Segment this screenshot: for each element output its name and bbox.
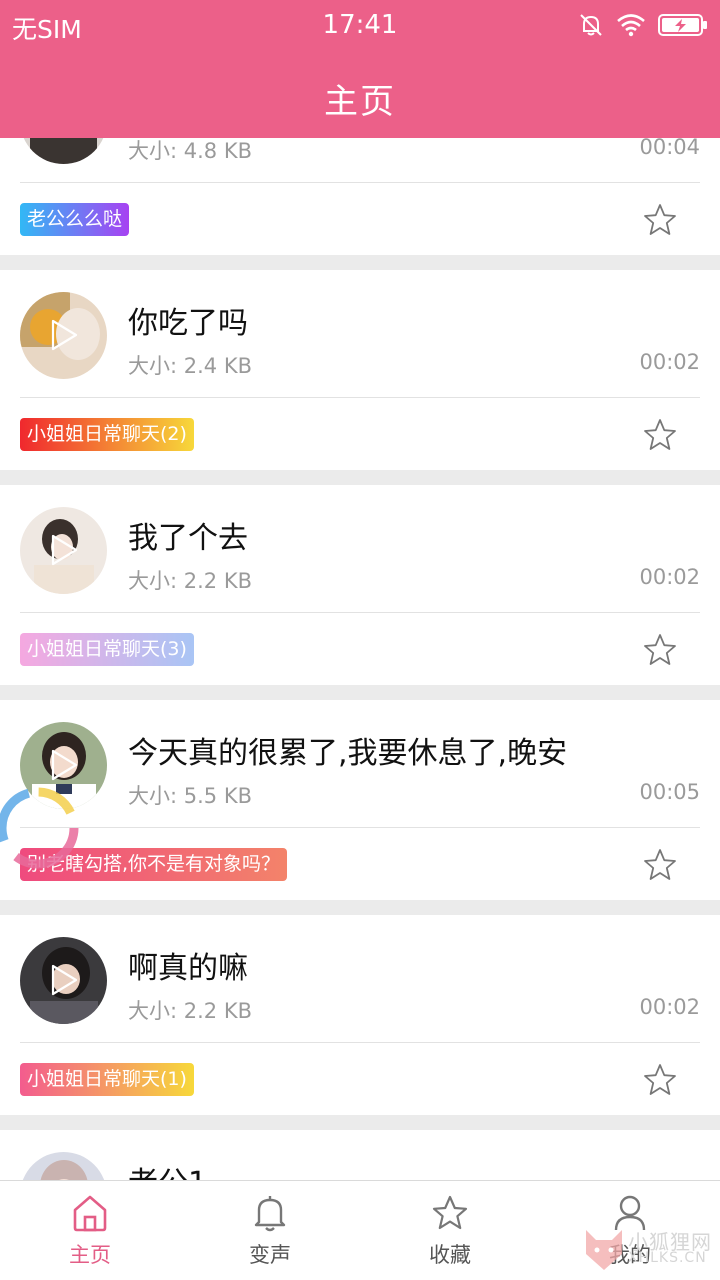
favorite-star-icon[interactable] — [642, 417, 678, 453]
file-size: 大小: 2.2 KB — [128, 999, 253, 1023]
app-header: 无SIM 17:41 主页 — [0, 0, 720, 138]
play-icon[interactable] — [50, 534, 78, 566]
favorite-star-icon[interactable] — [642, 847, 678, 883]
voice-card[interactable]: 我了个去 大小: 2.2 KB 00:02 小姐姐日常聊天(3) — [0, 485, 720, 685]
favorite-star-icon[interactable] — [642, 202, 678, 238]
avatar[interactable] — [20, 937, 107, 1024]
category-tag[interactable]: 老公么么哒 — [20, 203, 130, 236]
mute-bell-icon — [580, 14, 602, 36]
file-size: 大小: 5.5 KB — [128, 784, 253, 808]
voice-feed: 大小: 4.8 KB 00:04 老公么么哒 你吃了吗 大小: 2.4 KB 0… — [0, 0, 720, 1180]
voice-card[interactable]: 老公1 — [0, 1130, 720, 1180]
bell-icon — [254, 1196, 286, 1232]
message-title: 老公1 — [128, 1158, 207, 1180]
wifi-icon — [617, 14, 645, 37]
battery-charging-icon — [658, 14, 707, 36]
avatar[interactable] — [20, 292, 107, 379]
divider — [20, 182, 700, 183]
play-icon[interactable] — [50, 964, 78, 996]
category-tag[interactable]: 小姐姐日常聊天(2) — [20, 418, 194, 451]
message-title: 今天真的很累了,我要休息了,晚安 — [128, 736, 568, 771]
favorite-star-icon[interactable] — [642, 1062, 678, 1098]
divider — [20, 397, 700, 398]
loading-spinner-icon — [0, 787, 79, 869]
duration: 00:02 — [639, 350, 700, 374]
message-title: 我了个去 — [128, 521, 248, 556]
voice-card[interactable]: 啊真的嘛 大小: 2.2 KB 00:02 小姐姐日常聊天(1) — [0, 915, 720, 1115]
star-icon — [432, 1195, 468, 1230]
divider — [20, 827, 700, 828]
divider — [20, 612, 700, 613]
avatar[interactable] — [20, 507, 107, 594]
tab-home[interactable]: 主页 — [0, 1181, 180, 1280]
divider — [20, 1042, 700, 1043]
tab-label: 收藏 — [429, 1243, 471, 1267]
tab-voice-change[interactable]: 变声 — [180, 1181, 360, 1280]
duration: 00:04 — [639, 135, 700, 159]
file-size: 大小: 2.4 KB — [128, 354, 253, 378]
status-bar: 无SIM 17:41 — [0, 0, 720, 50]
home-icon — [73, 1195, 107, 1232]
message-title: 你吃了吗 — [128, 306, 248, 341]
page-title: 主页 — [324, 82, 396, 122]
file-size: 大小: 2.2 KB — [128, 569, 253, 593]
play-icon[interactable] — [50, 319, 78, 351]
tab-favorites[interactable]: 收藏 — [360, 1181, 540, 1280]
play-icon[interactable] — [50, 749, 78, 781]
watermark-subtext: XHLKS.CN — [628, 1250, 707, 1266]
voice-card[interactable]: 你吃了吗 大小: 2.4 KB 00:02 小姐姐日常聊天(2) — [0, 270, 720, 470]
duration: 00:02 — [639, 565, 700, 589]
site-watermark: 小狐狸网 XHLKS.CN — [578, 1224, 718, 1276]
avatar[interactable] — [20, 1152, 107, 1180]
tab-label: 变声 — [249, 1243, 291, 1267]
duration: 00:02 — [639, 995, 700, 1019]
status-icons — [578, 12, 708, 38]
duration: 00:05 — [639, 780, 700, 804]
tab-label: 主页 — [69, 1243, 111, 1267]
fox-logo-icon — [586, 1230, 622, 1270]
category-tag[interactable]: 小姐姐日常聊天(3) — [20, 633, 194, 666]
file-size: 大小: 4.8 KB — [128, 139, 253, 163]
message-title: 啊真的嘛 — [128, 951, 248, 986]
category-tag[interactable]: 小姐姐日常聊天(1) — [20, 1063, 194, 1096]
voice-card[interactable]: 今天真的很累了,我要休息了,晚安 大小: 5.5 KB 00:05 别老瞎勾搭,… — [0, 700, 720, 900]
favorite-star-icon[interactable] — [642, 632, 678, 668]
